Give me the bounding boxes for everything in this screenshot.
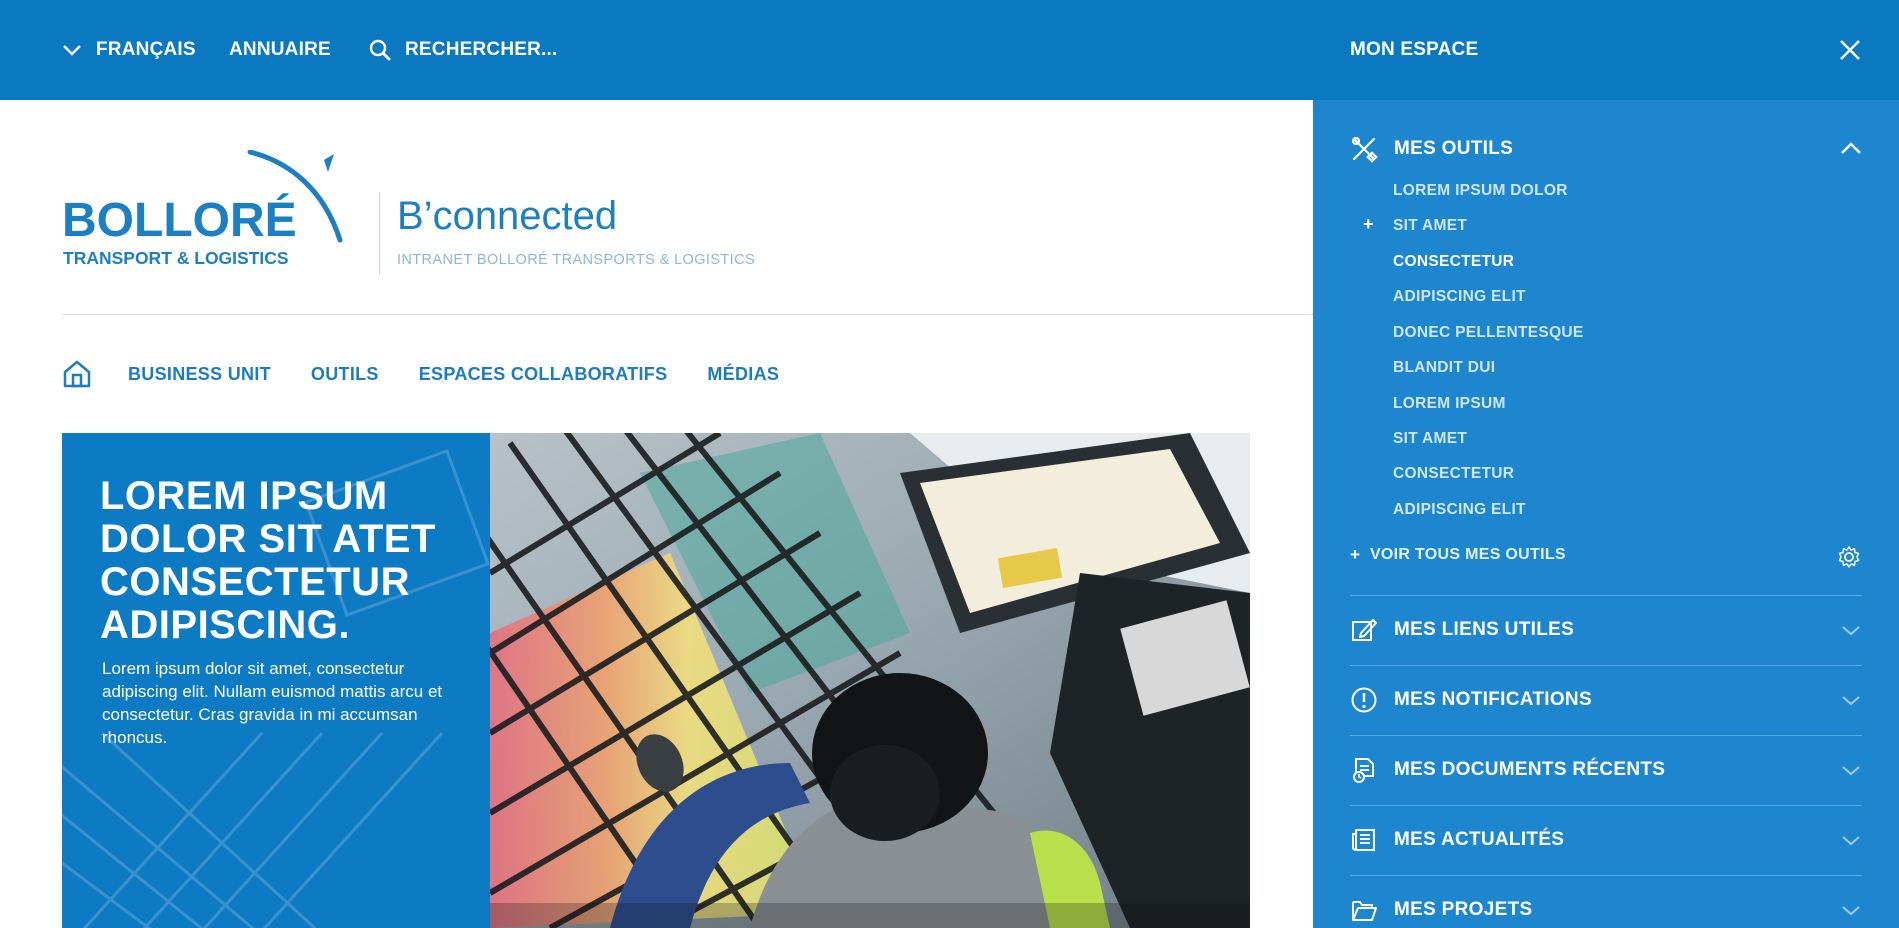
section-mes-liens-utiles[interactable]: MES LIENS UTILES: [1350, 610, 1862, 650]
chevron-down-icon: [1840, 619, 1862, 641]
home-icon[interactable]: [62, 359, 92, 389]
language-selector[interactable]: FRANÇAIS: [62, 0, 196, 100]
settings-gear-icon[interactable]: [1837, 545, 1861, 574]
tools-icon: [1350, 135, 1378, 163]
plus-icon: +: [1350, 545, 1360, 564]
panel-divider: [1350, 875, 1862, 876]
section-mes-outils-label: MES OUTILS: [1394, 138, 1514, 159]
tool-item[interactable]: SIT AMET: [1393, 217, 1467, 235]
panel-divider: [1350, 595, 1862, 596]
panel-divider: [1350, 735, 1862, 736]
section-mes-liens-utiles-label: MES LIENS UTILES: [1394, 619, 1575, 640]
section-mes-actualites-label: MES ACTUALITÉS: [1394, 829, 1565, 850]
my-space-title: MON ESPACE: [1350, 0, 1478, 100]
close-icon: [1839, 39, 1861, 61]
nav-item-espaces-collaboratifs[interactable]: ESPACES COLLABORATIFS: [419, 364, 668, 385]
see-all-tools-link[interactable]: + VOIR TOUS MES OUTILS: [1350, 545, 1566, 565]
panel-divider: [1350, 665, 1862, 666]
section-mes-documents-recents[interactable]: MES DOCUMENTS RÉCENTS: [1350, 750, 1862, 790]
tool-item-active[interactable]: CONSECTETUR: [1393, 253, 1514, 271]
alert-icon: [1350, 686, 1378, 714]
panel-divider: [1350, 805, 1862, 806]
nav-item-business-unit[interactable]: BUSINESS UNIT: [128, 364, 271, 385]
main-nav: BUSINESS UNIT OUTILS ESPACES COLLABORATI…: [62, 356, 819, 392]
logo-wordmark: BOLLORÉ: [62, 193, 297, 247]
tool-item[interactable]: CONSECTETUR: [1393, 465, 1514, 483]
section-mes-actualites[interactable]: MES ACTUALITÉS: [1350, 820, 1862, 860]
header-divider: [62, 314, 1313, 315]
directory-label: ANNUAIRE: [229, 39, 331, 60]
section-mes-documents-recents-label: MES DOCUMENTS RÉCENTS: [1394, 759, 1666, 780]
section-mes-notifications-label: MES NOTIFICATIONS: [1394, 689, 1592, 710]
language-label: FRANÇAIS: [96, 39, 196, 60]
hero-photo: [490, 433, 1250, 928]
chevron-down-icon: [1840, 899, 1862, 921]
hero-text-panel: LOREM IPSUM DOLOR SIT ATET CONSECTETUR A…: [62, 433, 490, 928]
tool-item[interactable]: LOREM IPSUM: [1393, 395, 1506, 413]
search-icon: [369, 39, 391, 61]
chevron-up-icon: [1840, 138, 1862, 160]
nav-item-medias[interactable]: MÉDIAS: [707, 364, 779, 385]
section-mes-projets[interactable]: MES PROJETS: [1350, 890, 1862, 928]
my-space-panel: MES OUTILS LOREM IPSUM DOLOR SIT AMET + …: [1313, 100, 1899, 928]
tool-item[interactable]: ADIPISCING ELIT: [1393, 501, 1526, 519]
nav-item-outils[interactable]: OUTILS: [311, 364, 379, 385]
chevron-down-icon: [62, 44, 82, 56]
hero-body: Lorem ipsum dolor sit amet, consectetur …: [102, 659, 443, 747]
folder-icon: [1350, 896, 1378, 924]
bollore-logo[interactable]: BOLLORÉ TRANSPORT & LOGISTICS: [62, 149, 352, 270]
section-mes-outils[interactable]: MES OUTILS: [1350, 129, 1862, 169]
logo-subline: TRANSPORT & LOGISTICS: [63, 248, 289, 268]
top-bar: FRANÇAIS ANNUAIRE RECHERCHER... MON ESPA…: [0, 0, 1899, 100]
hero-title: LOREM IPSUM DOLOR SIT ATET CONSECTETUR A…: [100, 474, 436, 647]
edit-icon: [1350, 616, 1378, 644]
hero-banner[interactable]: LOREM IPSUM DOLOR SIT ATET CONSECTETUR A…: [62, 433, 1250, 928]
see-all-tools-label: VOIR TOUS MES OUTILS: [1369, 546, 1566, 563]
section-mes-projets-label: MES PROJETS: [1394, 899, 1533, 920]
search-placeholder: RECHERCHER...: [405, 39, 558, 60]
tool-item[interactable]: BLANDIT DUI: [1393, 359, 1495, 377]
chevron-down-icon: [1840, 689, 1862, 711]
site-title: B’connected: [397, 194, 618, 238]
tool-item[interactable]: DONEC PELLENTESQUE: [1393, 324, 1584, 342]
newspaper-icon: [1350, 826, 1378, 854]
chevron-down-icon: [1840, 759, 1862, 781]
search-field[interactable]: RECHERCHER...: [369, 0, 558, 100]
my-space-label: MON ESPACE: [1350, 39, 1479, 60]
brand-divider: [379, 192, 380, 274]
tool-item[interactable]: LOREM IPSUM DOLOR: [1393, 182, 1568, 200]
site-subtitle: INTRANET BOLLORÉ TRANSPORTS & LOGISTICS: [397, 252, 756, 268]
section-mes-notifications[interactable]: MES NOTIFICATIONS: [1350, 680, 1862, 720]
chevron-down-icon: [1840, 829, 1862, 851]
directory-link[interactable]: ANNUAIRE: [229, 0, 331, 100]
documents-icon: [1350, 756, 1378, 784]
tool-item[interactable]: SIT AMET: [1393, 430, 1467, 448]
close-button[interactable]: [1839, 0, 1861, 100]
tool-item[interactable]: ADIPISCING ELIT: [1393, 288, 1526, 306]
plus-icon: +: [1363, 214, 1374, 234]
